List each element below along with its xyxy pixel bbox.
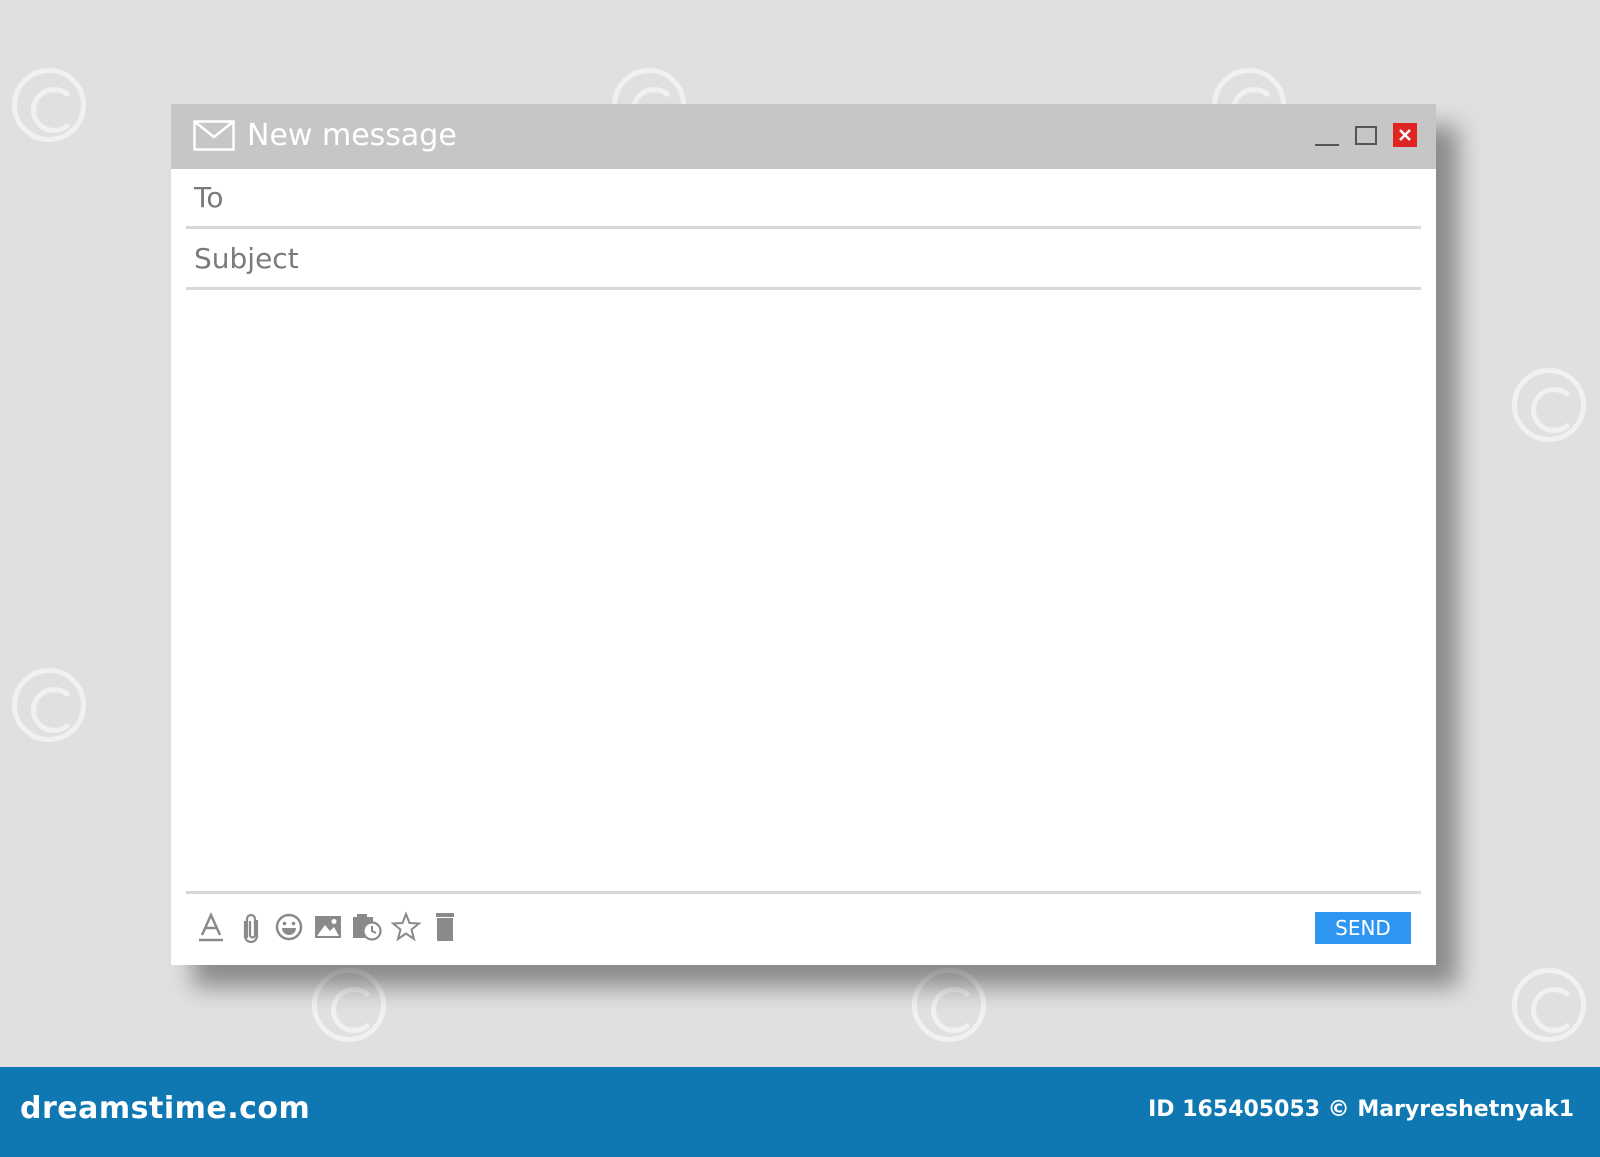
emoji-button[interactable] [274, 911, 304, 943]
title-bar: New message [171, 104, 1436, 169]
watermark-swirl-icon [1512, 368, 1586, 442]
message-body[interactable] [186, 293, 1421, 893]
schedule-send-button[interactable] [352, 911, 382, 943]
schedule-icon [353, 914, 382, 941]
star-icon [391, 911, 421, 942]
star-button[interactable] [391, 911, 421, 943]
watermark-swirl-icon [12, 668, 86, 742]
to-input[interactable] [194, 169, 1421, 226]
stock-footer-bar: dreamstime.com ID 165405053 © Maryreshet… [0, 1067, 1600, 1157]
trash-icon [436, 913, 454, 941]
attach-button[interactable] [235, 911, 265, 943]
close-icon [1399, 129, 1411, 141]
watermark-swirl-icon [1512, 968, 1586, 1042]
compose-toolbar [196, 910, 460, 944]
text-format-button[interactable] [196, 911, 226, 943]
maximize-icon [1355, 126, 1377, 145]
toolbar-divider [186, 891, 1421, 894]
brand-logo-text: dreamstime.com [20, 1091, 311, 1126]
image-credit: ID 165405053 © Maryreshetnyak1 [1148, 1097, 1574, 1122]
insert-image-button[interactable] [313, 911, 343, 943]
text-format-icon [199, 911, 223, 942]
compose-window: New message To Subject SEND [171, 104, 1436, 965]
maximize-button[interactable] [1354, 123, 1378, 147]
watermark-swirl-icon [912, 968, 986, 1042]
delete-button[interactable] [430, 911, 460, 943]
watermark-swirl-icon [12, 68, 86, 142]
image-icon [315, 916, 341, 938]
window-title: New message [247, 118, 457, 153]
envelope-icon [193, 120, 235, 151]
subject-field-row [186, 230, 1421, 290]
attachment-icon [243, 913, 259, 943]
send-button[interactable]: SEND [1315, 912, 1411, 944]
subject-input[interactable] [194, 230, 1421, 287]
minimize-button[interactable] [1315, 123, 1339, 147]
emoji-icon [275, 913, 303, 941]
close-button[interactable] [1393, 123, 1417, 147]
minimize-icon [1315, 144, 1339, 146]
to-field-row [186, 169, 1421, 229]
watermark-swirl-icon [312, 968, 386, 1042]
